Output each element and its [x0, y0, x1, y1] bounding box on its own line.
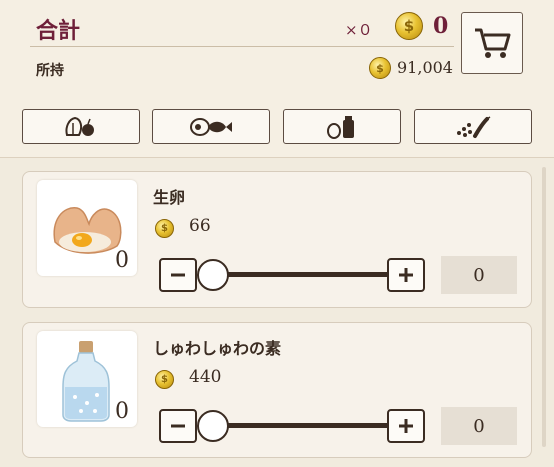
cart-icon: [475, 28, 511, 58]
vegetable-fruit-icon: [65, 116, 94, 136]
egg-dairy-icon: [327, 115, 354, 139]
total-count: ×０: [345, 21, 373, 39]
summary-header: 合計 ×０ $ 0 所持 $ 91,004: [0, 0, 554, 158]
category-meat-fish-button[interactable]: [152, 109, 270, 144]
total-value: 0: [433, 13, 449, 39]
coin-icon: $: [155, 370, 174, 389]
coin-icon: $: [395, 12, 423, 40]
item-card: 0 生卵 $ 66 0: [22, 171, 532, 308]
spice-icon: [457, 115, 491, 138]
quantity-slider-thumb[interactable]: [197, 259, 229, 291]
coin-icon: $: [155, 219, 174, 238]
owned-value: 91,004: [397, 58, 453, 77]
decrease-button[interactable]: [159, 258, 197, 292]
meat-fish-icon: [190, 117, 232, 136]
plus-icon: [399, 419, 413, 433]
increase-button[interactable]: [387, 258, 425, 292]
quantity-value: 0: [441, 256, 517, 294]
category-egg-dairy-button[interactable]: [283, 109, 401, 144]
item-name: しゅわしゅわの素: [153, 339, 282, 358]
item-name: 生卵: [153, 188, 186, 207]
quantity-slider-thumb[interactable]: [197, 410, 229, 442]
decrease-button[interactable]: [159, 409, 197, 443]
owned-label: 所持: [36, 63, 64, 79]
category-spice-button[interactable]: [414, 109, 532, 144]
owned-count: 0: [115, 399, 129, 424]
cart-button[interactable]: [461, 12, 523, 74]
item-card: 0 しゅわしゅわの素 $ 440 0: [22, 322, 532, 458]
owned-count: 0: [115, 248, 129, 273]
coin-icon: $: [369, 57, 391, 79]
scrollbar[interactable]: [542, 167, 546, 447]
item-price: 66: [189, 216, 211, 236]
increase-button[interactable]: [387, 409, 425, 443]
total-label: 合計: [36, 18, 81, 44]
plus-icon: [399, 268, 413, 282]
quantity-value: 0: [441, 407, 517, 445]
category-vegetable-fruit-button[interactable]: [22, 109, 140, 144]
quantity-slider-track[interactable]: [213, 272, 413, 277]
quantity-slider-track[interactable]: [213, 423, 413, 428]
divider: [30, 46, 454, 47]
minus-icon: [171, 424, 185, 428]
minus-icon: [171, 273, 185, 277]
item-price: 440: [189, 367, 222, 387]
